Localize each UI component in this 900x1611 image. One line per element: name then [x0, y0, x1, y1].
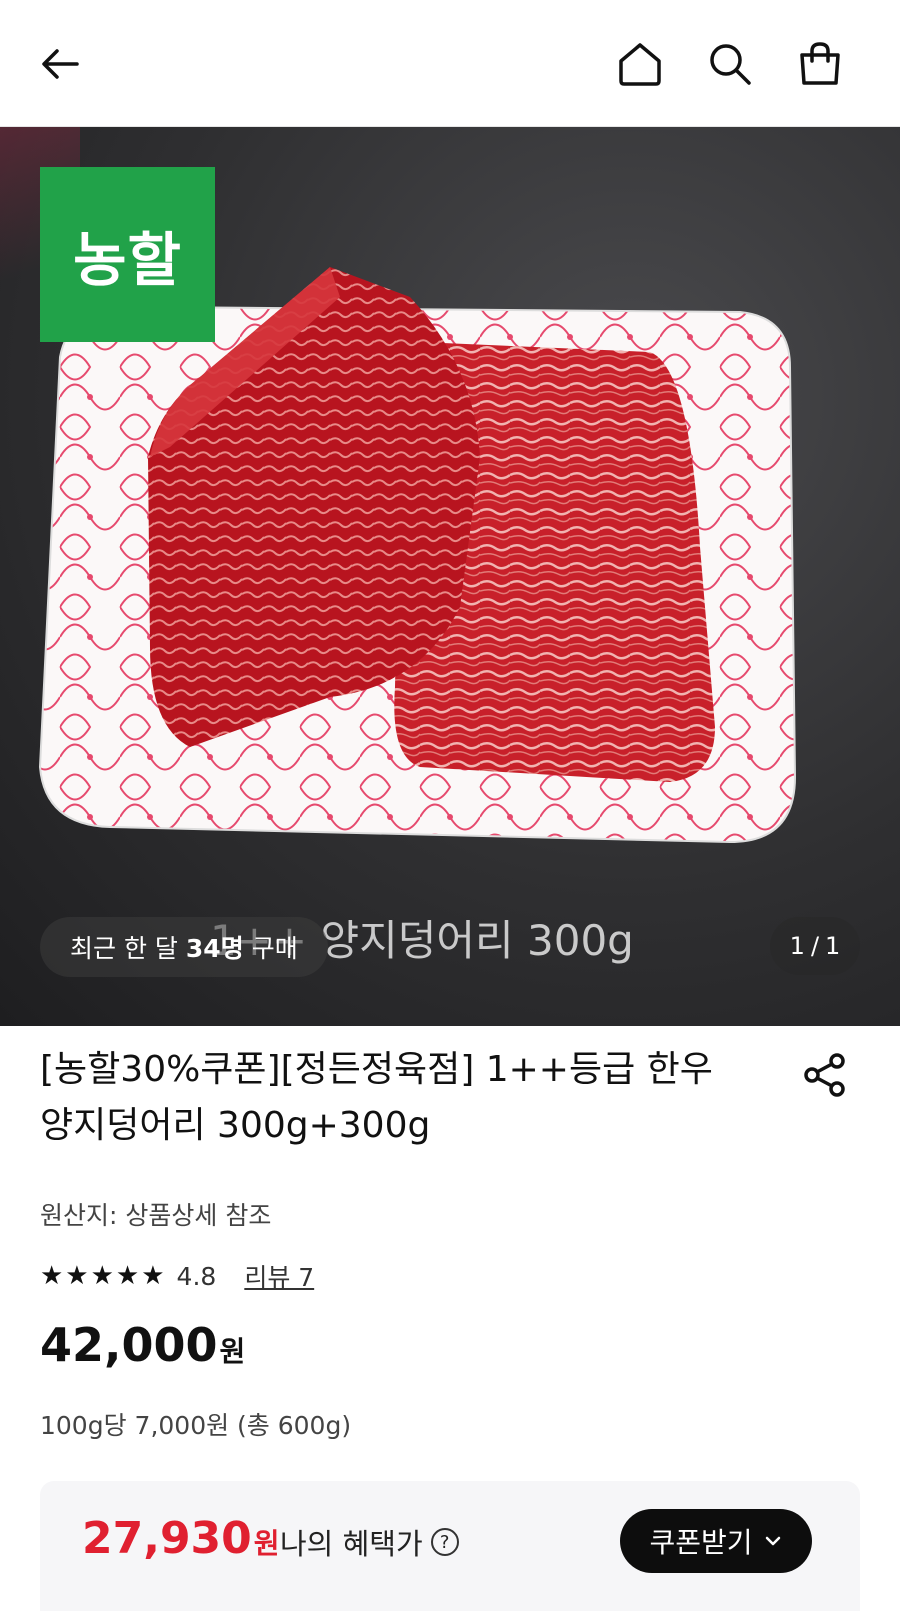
home-button[interactable] [610, 34, 670, 94]
benefit-price-box: 27,930 원 나의 혜택가 ? 쿠폰받기 [40, 1481, 860, 1611]
recent-buyers-suffix: 구매 [251, 934, 298, 963]
product-title: [농할30%쿠폰][정든정육점] 1++등급 한우 양지덩어리 300g+300… [40, 1049, 713, 1146]
home-icon [619, 43, 661, 86]
search-icon [710, 44, 751, 85]
reviews-link[interactable]: 리뷰 7 [244, 1258, 314, 1294]
benefit-label: 나의 혜택가 ? [280, 1521, 459, 1563]
origin-text: 원산지: 상품상세 참조 [40, 1201, 272, 1230]
recent-buyers-count: 34명 [185, 934, 244, 963]
back-button[interactable] [30, 34, 90, 94]
share-button[interactable] [800, 1050, 850, 1100]
pager-separator: / [810, 932, 820, 960]
brand-logo: 농할 [40, 167, 215, 342]
search-button[interactable] [700, 34, 760, 94]
back-arrow-icon [42, 49, 79, 79]
cart-button[interactable] [790, 34, 850, 94]
get-coupon-button[interactable]: 쿠폰받기 [620, 1509, 812, 1573]
image-pager: 1 / 1 [770, 917, 860, 975]
original-price: 42,000 원 [40, 1318, 245, 1372]
chevron-down-icon [765, 1536, 780, 1546]
recent-buyers-badge: 최근 한 달 34명 구매 [40, 917, 328, 977]
pager-total: 1 [825, 932, 841, 960]
product-image-carousel[interactable]: 농할 1++ 양지덩어리 300g 최근 한 달 34명 구매 1 / 1 [0, 127, 900, 1026]
share-icon [804, 1053, 845, 1097]
rating-score: 4.8 [176, 1261, 217, 1291]
recent-buyers-prefix: 최근 한 달 [70, 934, 178, 963]
coupon-button-label: 쿠폰받기 [649, 1526, 753, 1559]
price-value: 42,000 [40, 1318, 218, 1372]
shopping-bag-icon [800, 42, 840, 85]
price-currency: 원 [219, 1335, 246, 1368]
help-icon[interactable]: ? [430, 1528, 459, 1556]
benefit-price: 27,930 원 [82, 1513, 280, 1564]
rating-row: ★★★★★ 4.8 리뷰 7 [40, 1258, 314, 1294]
benefit-price-value: 27,930 [82, 1513, 252, 1564]
star-rating-icon: ★★★★★ [40, 1261, 167, 1291]
benefit-label-text: 나의 혜택가 [280, 1527, 423, 1561]
top-app-bar [0, 0, 900, 127]
pager-current: 1 [789, 932, 805, 960]
unit-price: 100g당 7,000원 (총 600g) [40, 1411, 352, 1440]
benefit-price-currency: 원 [253, 1527, 280, 1560]
